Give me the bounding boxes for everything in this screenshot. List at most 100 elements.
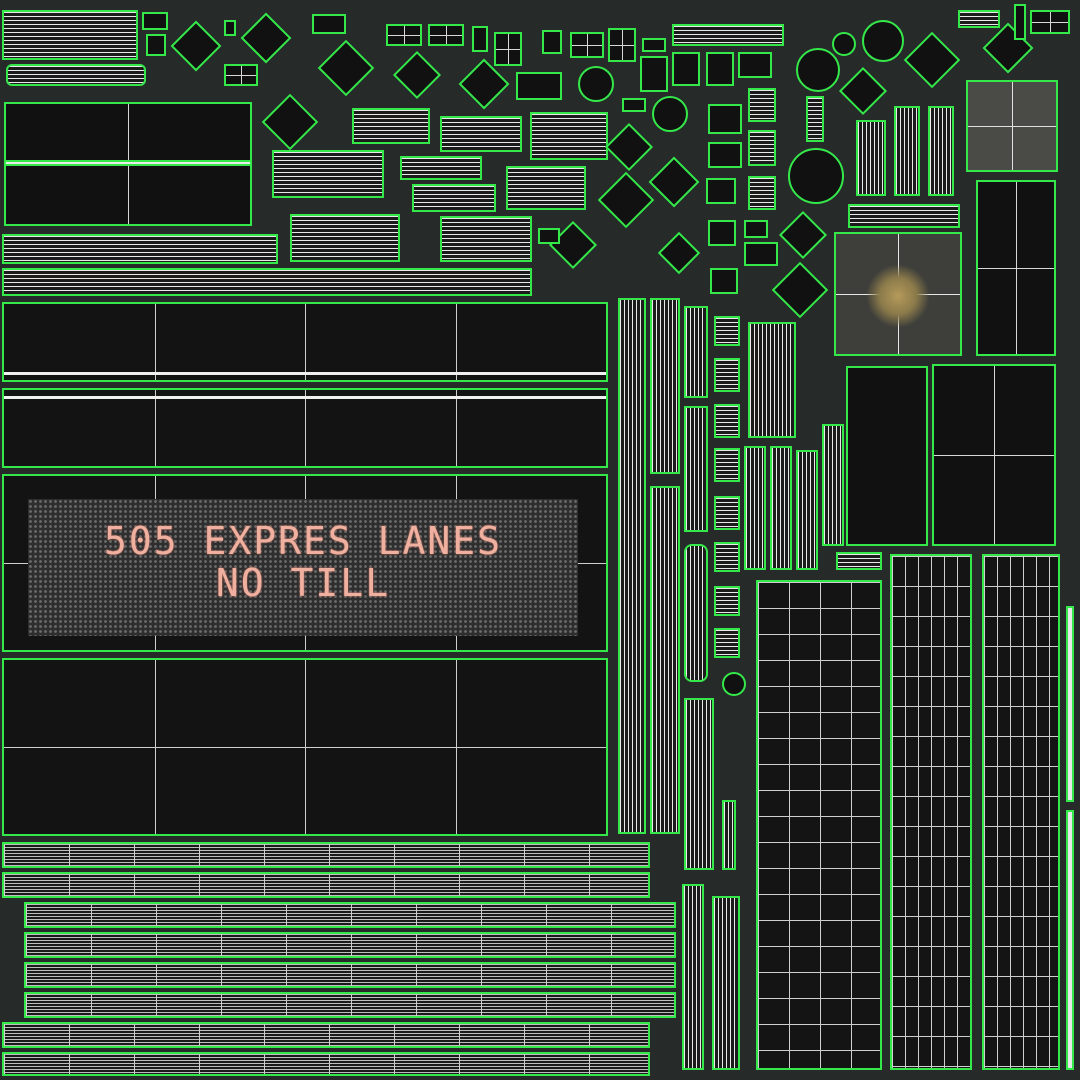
uv-island-strip <box>530 112 608 160</box>
uv-island-rail <box>684 544 708 682</box>
uv-island-circle <box>722 672 746 696</box>
uv-island-rail <box>650 298 680 474</box>
uv-island-part <box>472 26 488 52</box>
uv-island-panel <box>976 180 1056 356</box>
uv-island-line <box>1066 606 1074 802</box>
uv-island-diamond <box>170 20 222 72</box>
uv-island-diamond <box>458 58 510 110</box>
uv-texture-atlas: 505 EXPRES LANES NO TILL <box>0 0 1080 1080</box>
uv-island-circle <box>832 32 856 56</box>
uv-island-strip <box>2 268 532 296</box>
uv-island-rail <box>722 800 736 870</box>
uv-island-window <box>494 32 522 66</box>
uv-island-rail <box>770 446 792 570</box>
uv-island-strip <box>958 10 1000 28</box>
uv-island-diamond <box>903 31 961 89</box>
uv-island-part <box>706 178 736 204</box>
uv-island-strip <box>748 88 776 122</box>
uv-island-strip <box>856 120 886 196</box>
uv-island-diamond <box>240 12 292 64</box>
uv-island-strip <box>894 106 920 196</box>
uv-island-part <box>312 14 346 34</box>
uv-island-part <box>714 316 740 346</box>
uv-island-bar <box>24 932 676 958</box>
uv-island-part <box>640 56 668 92</box>
uv-island-strip <box>272 150 384 198</box>
uv-island-bar <box>24 992 676 1018</box>
uv-island-rail <box>650 486 680 834</box>
uv-island-diamond <box>838 66 888 116</box>
uv-island-large-panel <box>2 388 608 468</box>
uv-island-window <box>608 28 636 62</box>
uv-island-diamond <box>604 122 654 172</box>
uv-island-part <box>714 358 740 392</box>
uv-island-bar <box>2 872 650 898</box>
uv-island-rail <box>748 322 796 438</box>
uv-island-strip <box>290 214 400 262</box>
uv-island-panel <box>932 364 1056 546</box>
uv-island-window <box>570 32 604 58</box>
uv-island-strip <box>2 10 138 60</box>
uv-island-part <box>642 38 666 52</box>
uv-island-part <box>672 52 700 86</box>
uv-island-part <box>714 448 740 482</box>
uv-island-window <box>1030 10 1070 34</box>
uv-island-part <box>146 34 166 56</box>
uv-island-part <box>714 628 740 658</box>
uv-island-rail <box>712 896 740 1070</box>
vms-led-matrix: 505 EXPRES LANES NO TILL <box>28 499 578 636</box>
uv-island-window <box>428 24 464 46</box>
uv-island-rail <box>684 406 708 532</box>
uv-island-rail <box>822 424 844 546</box>
vms-line-1: 505 EXPRES LANES <box>103 519 503 563</box>
uv-island-strip <box>352 108 430 144</box>
uv-island-bar <box>2 842 650 868</box>
uv-island-circle <box>796 48 840 92</box>
uv-island-rail <box>682 884 704 1070</box>
uv-texture-glow <box>866 264 930 328</box>
uv-island-part <box>542 30 562 54</box>
uv-island-part <box>538 228 560 244</box>
uv-island-window <box>386 24 422 46</box>
uv-island-bar <box>24 962 676 988</box>
uv-island-part <box>708 142 742 168</box>
uv-island-strip <box>6 64 146 86</box>
uv-island-bar <box>2 1052 650 1076</box>
uv-island-panel <box>846 366 928 546</box>
uv-island-part <box>224 20 236 36</box>
uv-island-part <box>622 98 646 112</box>
uv-island-diamond <box>392 50 442 100</box>
uv-island-part <box>714 586 740 616</box>
uv-island-part <box>710 268 738 294</box>
uv-island-strip <box>748 176 776 210</box>
uv-island-rail <box>684 306 708 398</box>
uv-island-line <box>4 160 252 166</box>
uv-island-strip <box>440 116 522 152</box>
uv-island-part <box>708 104 742 134</box>
uv-island-strip <box>806 96 824 142</box>
uv-island-diamond <box>648 156 700 208</box>
uv-island-bar <box>2 1022 650 1048</box>
uv-island-strip <box>2 234 278 264</box>
uv-island-part <box>836 552 882 570</box>
uv-island-part <box>744 220 768 238</box>
uv-island-line <box>1066 810 1074 1070</box>
uv-island-diamond <box>317 39 375 97</box>
uv-island-circle <box>788 148 844 204</box>
uv-island-strip <box>928 106 954 196</box>
uv-island-rail <box>744 446 766 570</box>
uv-island-circle <box>578 66 614 102</box>
uv-island-window <box>224 64 258 86</box>
uv-island-grid-panel <box>982 554 1060 1070</box>
uv-island-diamond <box>657 231 701 275</box>
uv-island-strip <box>412 184 496 212</box>
uv-island-diamond <box>771 261 829 319</box>
uv-island-part <box>142 12 168 30</box>
uv-island-circle <box>862 20 904 62</box>
uv-island-part <box>744 242 778 266</box>
uv-island-rail <box>618 298 646 834</box>
uv-island-strip <box>400 156 482 180</box>
uv-island-part <box>1014 4 1026 40</box>
uv-island-part <box>706 52 734 86</box>
uv-island-circle <box>652 96 688 132</box>
